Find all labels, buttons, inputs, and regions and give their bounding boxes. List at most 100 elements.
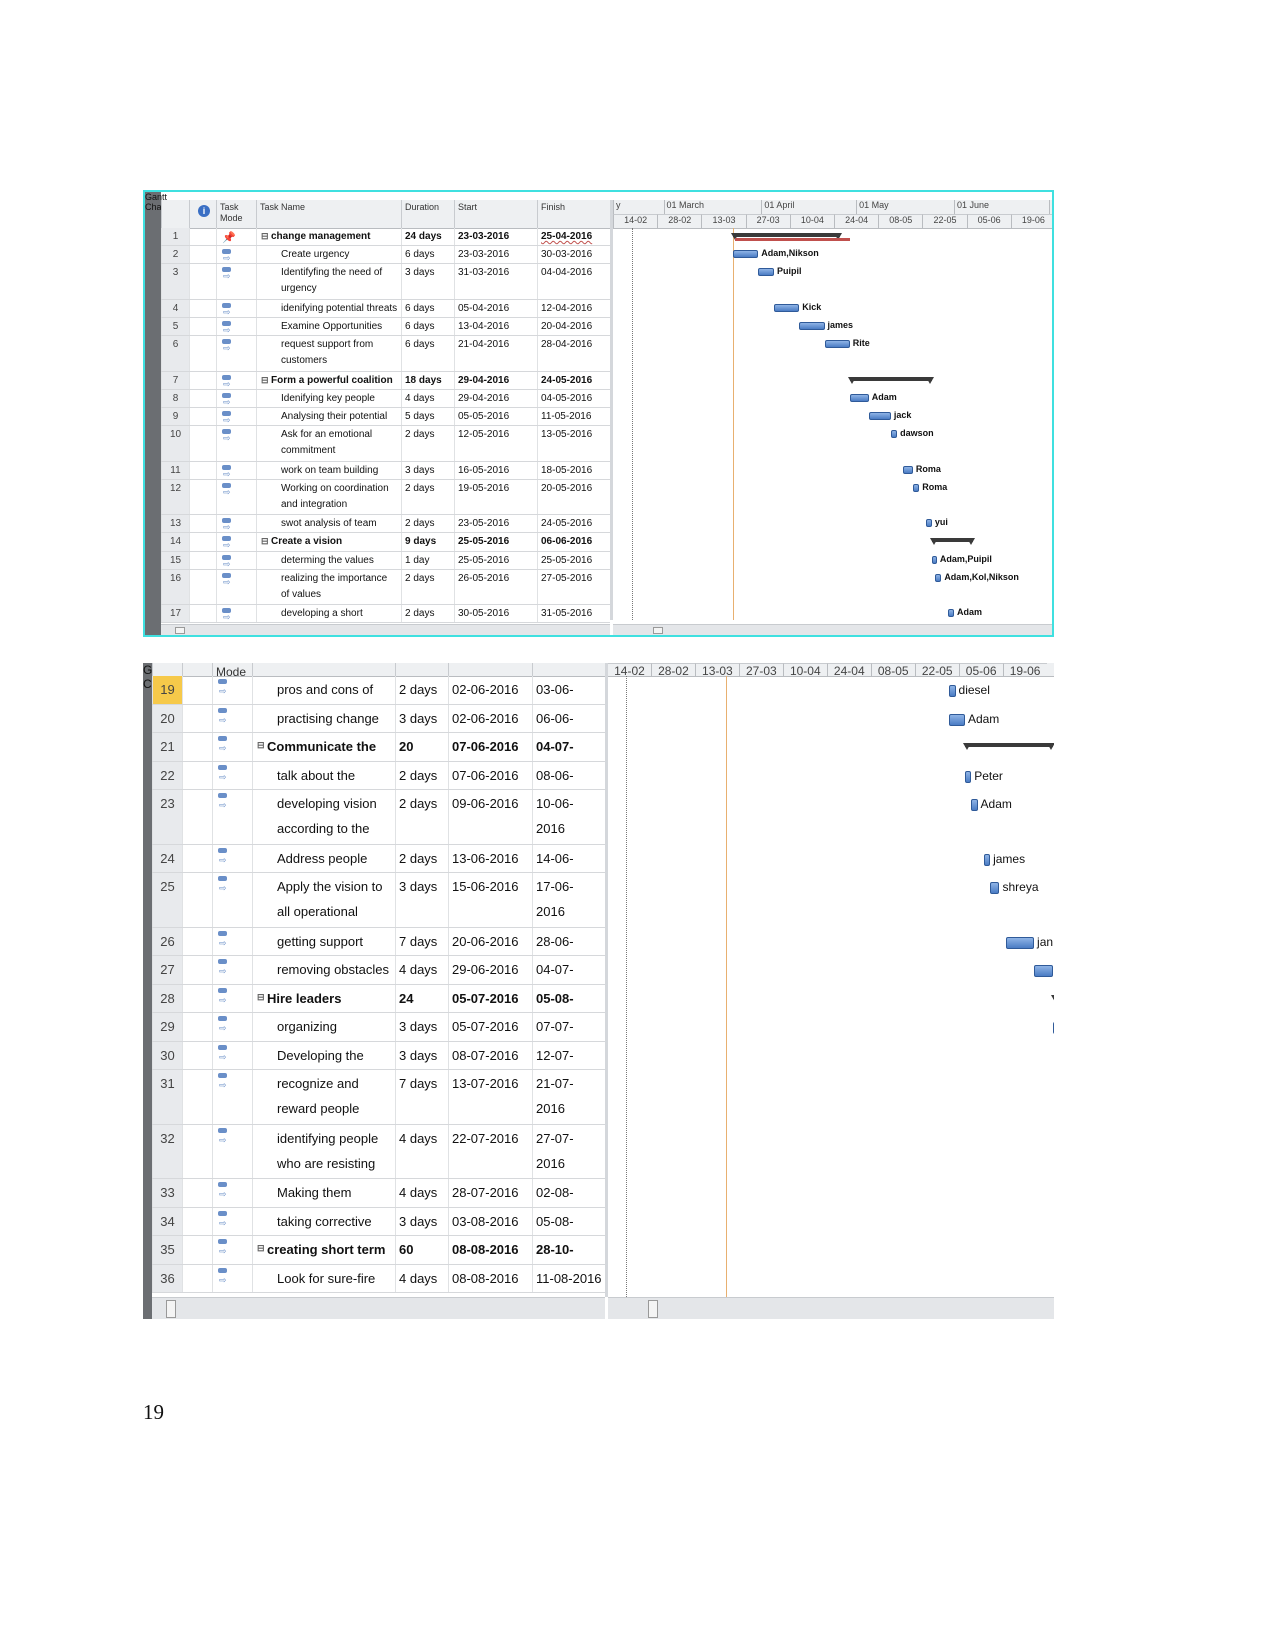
table-row[interactable]: 28⇨⊟Hire leaders24 days05-07-201605-08-2… xyxy=(152,984,605,1013)
task-duration[interactable]: 18 days xyxy=(401,371,454,389)
task-duration[interactable]: 2 days xyxy=(401,605,454,623)
header-duration[interactable]: Duration xyxy=(401,200,454,228)
header-task-mode[interactable]: Mode xyxy=(212,663,252,679)
task-start[interactable]: 23-03-2016 xyxy=(454,246,537,264)
task-duration[interactable]: 3 days xyxy=(395,1041,448,1069)
task-start[interactable]: 15-06-2016 xyxy=(448,873,532,927)
task-duration[interactable]: 3 days xyxy=(395,873,448,927)
task-bar[interactable] xyxy=(925,519,932,528)
task-name[interactable]: Ask for an emotional commitment xyxy=(256,426,401,461)
table-row[interactable]: 12 ⇨ Working on coordination and integrati… xyxy=(161,479,610,516)
table-row[interactable]: 7 ⇨ ⊟ Form a powerful coalition 18 days 29-04… xyxy=(161,371,610,390)
table-row[interactable]: 15 ⇨ determing the values 1 day 25-05-2016 25… xyxy=(161,551,610,570)
row-number[interactable]: 10 xyxy=(161,426,189,461)
table-row[interactable]: 9 ⇨ Analysing their potential 5 days 05-05-2… xyxy=(161,408,610,427)
task-start[interactable]: 08-07-2016 xyxy=(448,1041,532,1069)
task-duration[interactable]: 24 days xyxy=(401,228,454,246)
table-row[interactable]: 13 ⇨ swot analysis of team 2 days 23-05-2016… xyxy=(161,515,610,534)
task-start[interactable]: 22-07-2016 xyxy=(448,1124,532,1178)
task-finish[interactable]: 27-07-2016 xyxy=(532,1124,605,1178)
task-finish[interactable]: 20-05-2016 xyxy=(537,479,610,515)
task-start[interactable]: 26-05-2016 xyxy=(454,569,537,605)
task-name[interactable]: identifying people who are resisting the… xyxy=(252,1124,395,1178)
task-duration[interactable]: 4 days xyxy=(395,956,448,984)
task-bar[interactable] xyxy=(1005,936,1035,949)
summary-bar[interactable] xyxy=(730,233,843,240)
task-bar[interactable] xyxy=(912,483,920,492)
row-number[interactable]: 27 xyxy=(152,956,182,984)
task-finish[interactable]: 27-05-2016 xyxy=(537,569,610,605)
task-start[interactable]: 13-04-2016 xyxy=(454,318,537,336)
task-finish[interactable]: 30-03-2016 xyxy=(537,246,610,264)
task-duration[interactable]: 6 days xyxy=(401,246,454,264)
task-bar[interactable] xyxy=(799,322,825,330)
task-name[interactable]: ⊟ Hire leaders xyxy=(252,984,395,1012)
row-number[interactable]: 21 xyxy=(152,733,182,761)
task-name[interactable]: developing a short summary xyxy=(256,605,401,623)
task-finish[interactable]: 12-04-2016 xyxy=(537,299,610,317)
table-row[interactable]: 8 ⇨ Idenifying key people 4 days 29-04-2016 0… xyxy=(161,389,610,408)
task-bar[interactable] xyxy=(971,799,978,811)
collapse-icon[interactable]: ⊟ xyxy=(257,1236,265,1261)
task-duration[interactable]: 3 days xyxy=(401,264,454,299)
task-bar[interactable] xyxy=(758,268,774,277)
task-name[interactable]: ⊟ Create a vision xyxy=(256,533,401,551)
table-row[interactable]: 23 ⇨ developing vision according to the sc… xyxy=(152,790,605,845)
task-duration[interactable]: 24 days xyxy=(395,984,448,1012)
summary-bar[interactable] xyxy=(962,743,1054,750)
task-start[interactable]: 28-07-2016 xyxy=(448,1179,532,1207)
task-name[interactable]: swot analysis of team xyxy=(256,515,401,533)
table-row[interactable]: 32 ⇨ identifying people who are resisting … xyxy=(152,1124,605,1179)
task-bar[interactable] xyxy=(949,713,965,726)
task-start[interactable]: 07-06-2016 xyxy=(448,733,532,761)
task-start[interactable]: 05-07-2016 xyxy=(448,1013,532,1041)
task-finish[interactable]: 03-06-2016 xyxy=(532,676,605,704)
task-finish[interactable]: 07-07-2016 xyxy=(532,1013,605,1041)
task-name[interactable]: Analysing their potential xyxy=(256,408,401,426)
task-duration[interactable]: 6 days xyxy=(401,318,454,336)
task-finish[interactable]: 28-06-2016 xyxy=(532,927,605,955)
task-name[interactable]: Working on coordination and integration xyxy=(256,479,401,515)
task-name[interactable]: Examine Opportunities xyxy=(256,318,401,336)
row-number[interactable]: 19 xyxy=(152,676,182,704)
row-number[interactable]: 7 xyxy=(161,371,189,389)
task-name[interactable]: pros and cons of strategy xyxy=(252,676,395,704)
row-number[interactable]: 34 xyxy=(152,1207,182,1235)
task-duration[interactable]: 4 days xyxy=(395,1179,448,1207)
task-finish[interactable]: 18-05-2016 xyxy=(537,461,610,479)
header-task-mode[interactable]: Task Mode xyxy=(216,200,256,228)
task-start[interactable]: 16-05-2016 xyxy=(454,461,537,479)
task-name[interactable]: practising change coalition xyxy=(252,704,395,732)
task-bar[interactable] xyxy=(931,555,937,564)
task-name[interactable]: organizing structures xyxy=(252,1013,395,1041)
row-number[interactable]: 17 xyxy=(161,605,189,623)
task-finish[interactable]: 04-05-2016 xyxy=(537,389,610,407)
row-number[interactable]: 20 xyxy=(152,704,182,732)
collapse-icon[interactable]: ⊟ xyxy=(261,228,269,244)
chart-scrollbar[interactable] xyxy=(613,624,1052,635)
task-start[interactable]: 13-07-2016 xyxy=(448,1070,532,1124)
task-start[interactable]: 07-06-2016 xyxy=(448,761,532,789)
table-row[interactable]: 31 ⇨ recognize and reward people 7 days 13-0… xyxy=(152,1070,605,1125)
task-duration[interactable]: 3 days xyxy=(401,461,454,479)
table-row[interactable]: 4 ⇨ idenifying potential threats 6 days 05-0… xyxy=(161,299,610,318)
row-number[interactable]: 30 xyxy=(152,1041,182,1069)
task-name[interactable]: ⊟creating short term wins xyxy=(252,1236,395,1264)
row-number[interactable]: 32 xyxy=(152,1124,182,1178)
row-number[interactable]: 33 xyxy=(152,1179,182,1207)
task-name[interactable]: Address people concerns xyxy=(252,844,395,872)
task-start[interactable]: 19-05-2016 xyxy=(454,479,537,515)
task-finish[interactable]: 06-06-2016 xyxy=(532,704,605,732)
task-bar[interactable] xyxy=(849,393,869,402)
task-duration[interactable]: 6 days xyxy=(401,336,454,371)
task-finish[interactable]: 10-06-2016 xyxy=(532,790,605,844)
task-finish[interactable]: 04-07-2016 xyxy=(532,956,605,984)
task-start[interactable]: 05-05-2016 xyxy=(454,408,537,426)
task-name[interactable]: realizing the importance of values xyxy=(256,569,401,605)
task-start[interactable]: 21-04-2016 xyxy=(454,336,537,371)
task-duration[interactable]: 6 days xyxy=(401,299,454,317)
task-name[interactable]: Developing the structures xyxy=(252,1041,395,1069)
task-duration[interactable]: 4 days xyxy=(395,1124,448,1178)
task-finish[interactable]: 28-10-2016 xyxy=(532,1236,605,1264)
collapse-icon[interactable]: ⊟ xyxy=(257,985,265,1010)
